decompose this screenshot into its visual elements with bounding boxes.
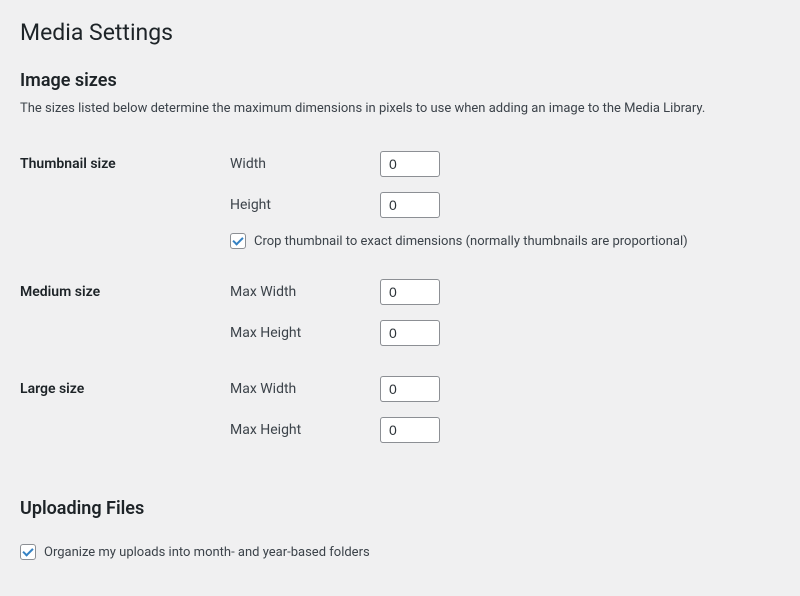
medium-max-height-label: Max Height [230,325,380,341]
medium-max-height-row: Max Height [230,320,770,346]
organize-uploads-row: Organize my uploads into month- and year… [20,544,780,560]
large-max-width-input[interactable] [380,376,440,402]
medium-max-width-row: Max Width [230,279,770,305]
large-max-height-row: Max Height [230,417,770,443]
large-size-fields: Max Width Max Height [220,361,780,458]
thumbnail-height-label: Height [230,197,380,213]
uploading-files-section: Uploading Files Organize my uploads into… [20,498,780,560]
medium-size-row: Medium size Max Width Max Height [20,264,780,361]
thumbnail-width-input[interactable] [380,151,440,177]
large-size-label: Large size [20,361,220,458]
thumbnail-crop-checkbox[interactable] [230,233,246,249]
medium-size-label: Medium size [20,264,220,361]
medium-size-fields: Max Width Max Height [220,264,780,361]
organize-uploads-checkbox[interactable] [20,544,36,560]
medium-max-width-label: Max Width [230,284,380,300]
medium-max-height-input[interactable] [380,320,440,346]
medium-max-width-input[interactable] [380,279,440,305]
large-max-width-label: Max Width [230,381,380,397]
image-sizes-heading: Image sizes [20,70,780,91]
thumbnail-crop-row: Crop thumbnail to exact dimensions (norm… [230,233,770,249]
large-max-height-label: Max Height [230,422,380,438]
thumbnail-size-label: Thumbnail size [20,136,220,264]
image-sizes-description: The sizes listed below determine the max… [20,101,780,116]
uploading-files-heading: Uploading Files [20,498,780,519]
thumbnail-size-row: Thumbnail size Width Height Crop thumbna… [20,136,780,264]
thumbnail-size-fields: Width Height Crop thumbnail to exact dim… [220,136,780,264]
organize-uploads-label[interactable]: Organize my uploads into month- and year… [44,545,370,560]
large-size-row: Large size Max Width Max Height [20,361,780,458]
form-table: Thumbnail size Width Height Crop thumbna… [20,136,780,458]
large-max-width-row: Max Width [230,376,770,402]
thumbnail-height-row: Height [230,192,770,218]
thumbnail-width-row: Width [230,151,770,177]
page-title: Media Settings [20,10,780,50]
thumbnail-crop-label[interactable]: Crop thumbnail to exact dimensions (norm… [254,234,688,249]
large-max-height-input[interactable] [380,417,440,443]
thumbnail-width-label: Width [230,156,380,172]
thumbnail-height-input[interactable] [380,192,440,218]
